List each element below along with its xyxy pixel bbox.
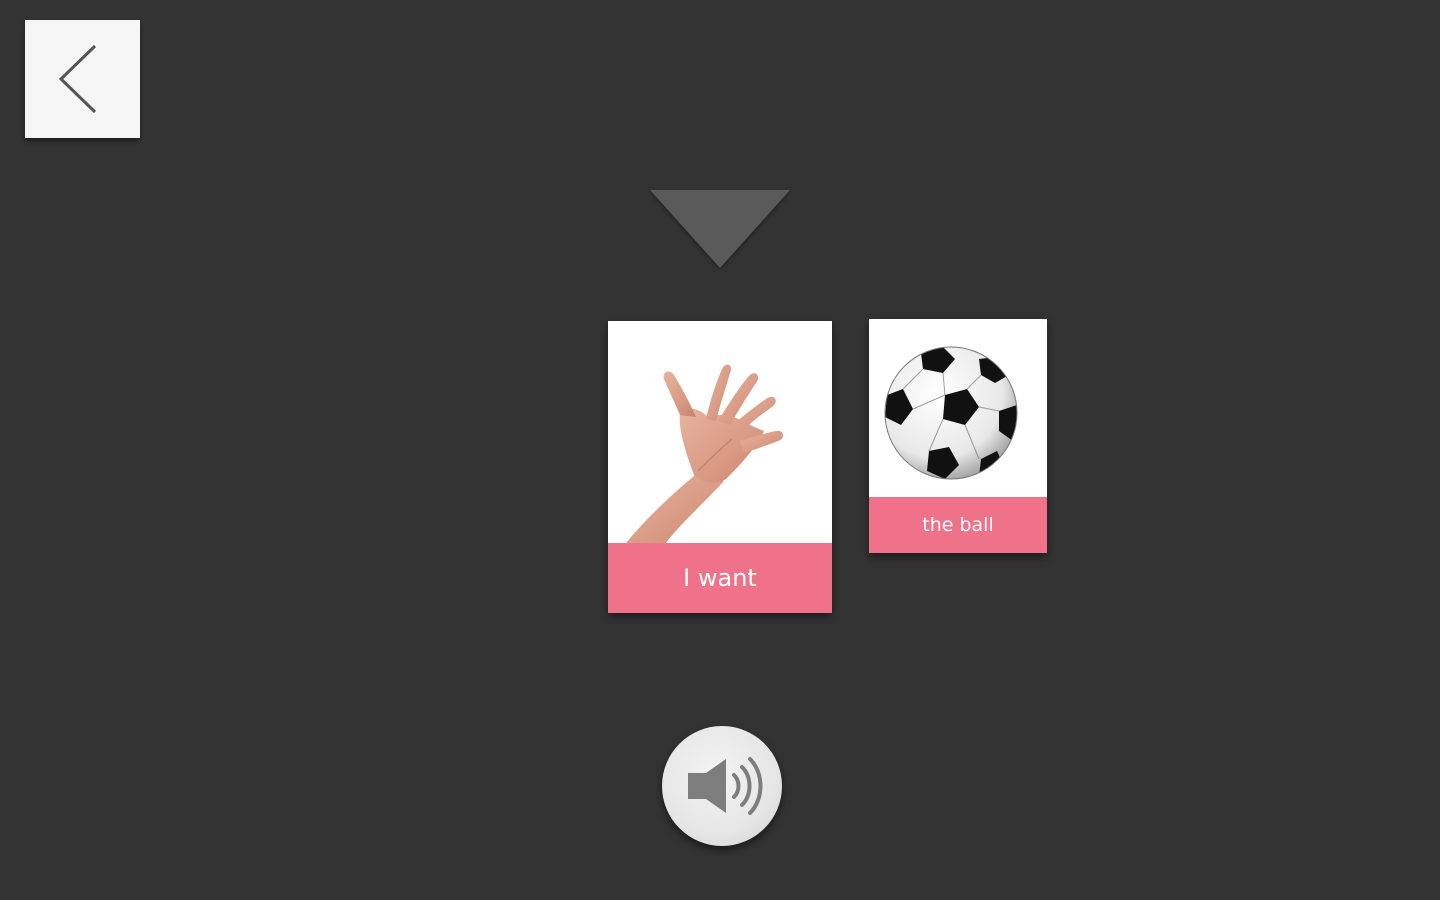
chevron-left-icon: [58, 44, 96, 114]
card-caption: the ball: [869, 497, 1047, 553]
card-i-want[interactable]: I want: [608, 321, 832, 613]
back-button[interactable]: [25, 20, 140, 138]
triangle-down-icon: [650, 190, 790, 268]
reaching-hand-icon: [626, 364, 784, 543]
speaker-icon: [688, 757, 763, 815]
reaching-hand-picture: [608, 321, 832, 543]
soccer-ball-icon: [884, 346, 1018, 480]
app-screen: I want the ball: [0, 0, 1440, 900]
card-the-ball[interactable]: the ball: [869, 319, 1047, 553]
speak-sentence-button[interactable]: [662, 726, 782, 846]
soccer-ball-picture: [869, 319, 1047, 497]
card-caption: I want: [608, 543, 832, 613]
